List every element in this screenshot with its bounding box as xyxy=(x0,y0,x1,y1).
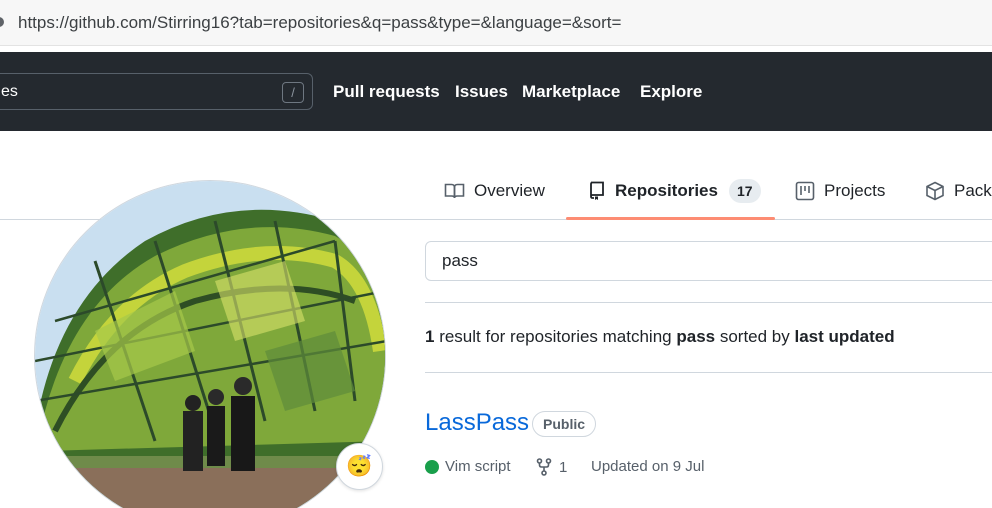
tab-overview-label: Overview xyxy=(474,181,545,200)
filter-divider xyxy=(425,302,992,303)
active-tab-underline xyxy=(566,217,775,220)
repo-name-link[interactable]: LassPass xyxy=(425,409,529,437)
profile-avatar[interactable] xyxy=(34,180,386,508)
repo-language-label: Vim script xyxy=(445,458,511,475)
repository-filter-input[interactable] xyxy=(425,241,992,281)
sleeping-face-icon: 😴 xyxy=(346,454,373,478)
tab-projects[interactable]: Projects xyxy=(795,178,885,204)
search-shortcut-key: / xyxy=(282,82,304,103)
results-query: pass xyxy=(676,327,716,346)
tab-packages[interactable]: Packa xyxy=(925,178,992,204)
status-emoji-button[interactable]: 😴 xyxy=(336,443,383,490)
reload-icon[interactable] xyxy=(0,17,4,27)
results-divider xyxy=(425,372,992,373)
header-search-text: es xyxy=(1,83,18,100)
github-header: es / Pull requests Issues Marketplace Ex… xyxy=(0,52,992,131)
visibility-badge: Public xyxy=(532,411,597,437)
language-color-dot xyxy=(425,459,439,474)
nav-issues[interactable]: Issues xyxy=(455,82,508,102)
header-search-input[interactable]: es / xyxy=(0,73,313,110)
fork-icon xyxy=(536,458,552,476)
avatar-image xyxy=(35,181,385,508)
book-icon xyxy=(444,183,465,199)
results-text-b: sorted by xyxy=(715,327,795,346)
repo-forks-link[interactable]: 1 xyxy=(536,458,567,476)
repo-updated: Updated on 9 Jul xyxy=(591,458,704,475)
package-icon xyxy=(926,181,944,201)
tab-projects-label: Projects xyxy=(824,181,886,200)
repo-language: Vim script xyxy=(425,458,511,475)
browser-address-bar[interactable]: https://github.com/Stirring16?tab=reposi… xyxy=(0,0,992,46)
tab-repositories-label: Repositories xyxy=(615,181,718,200)
results-sort: last updated xyxy=(794,327,895,346)
tab-overview[interactable]: Overview xyxy=(444,178,545,204)
nav-pull-requests[interactable]: Pull requests xyxy=(333,82,440,102)
address-url[interactable]: https://github.com/Stirring16?tab=reposi… xyxy=(18,13,621,33)
results-text-a: result for repositories matching xyxy=(434,327,677,346)
results-summary: 1 result for repositories matching pass … xyxy=(425,327,895,347)
tab-repositories[interactable]: Repositories 17 xyxy=(588,178,761,204)
nav-explore[interactable]: Explore xyxy=(640,82,702,102)
repo-forks-count: 1 xyxy=(559,458,568,476)
repositories-counter: 17 xyxy=(728,179,761,203)
nav-marketplace[interactable]: Marketplace xyxy=(522,82,620,102)
repo-icon xyxy=(590,181,604,200)
tab-packages-label: Packa xyxy=(954,181,992,200)
repo-updated-text: Updated on 9 Jul xyxy=(591,458,705,475)
project-icon xyxy=(795,181,815,201)
